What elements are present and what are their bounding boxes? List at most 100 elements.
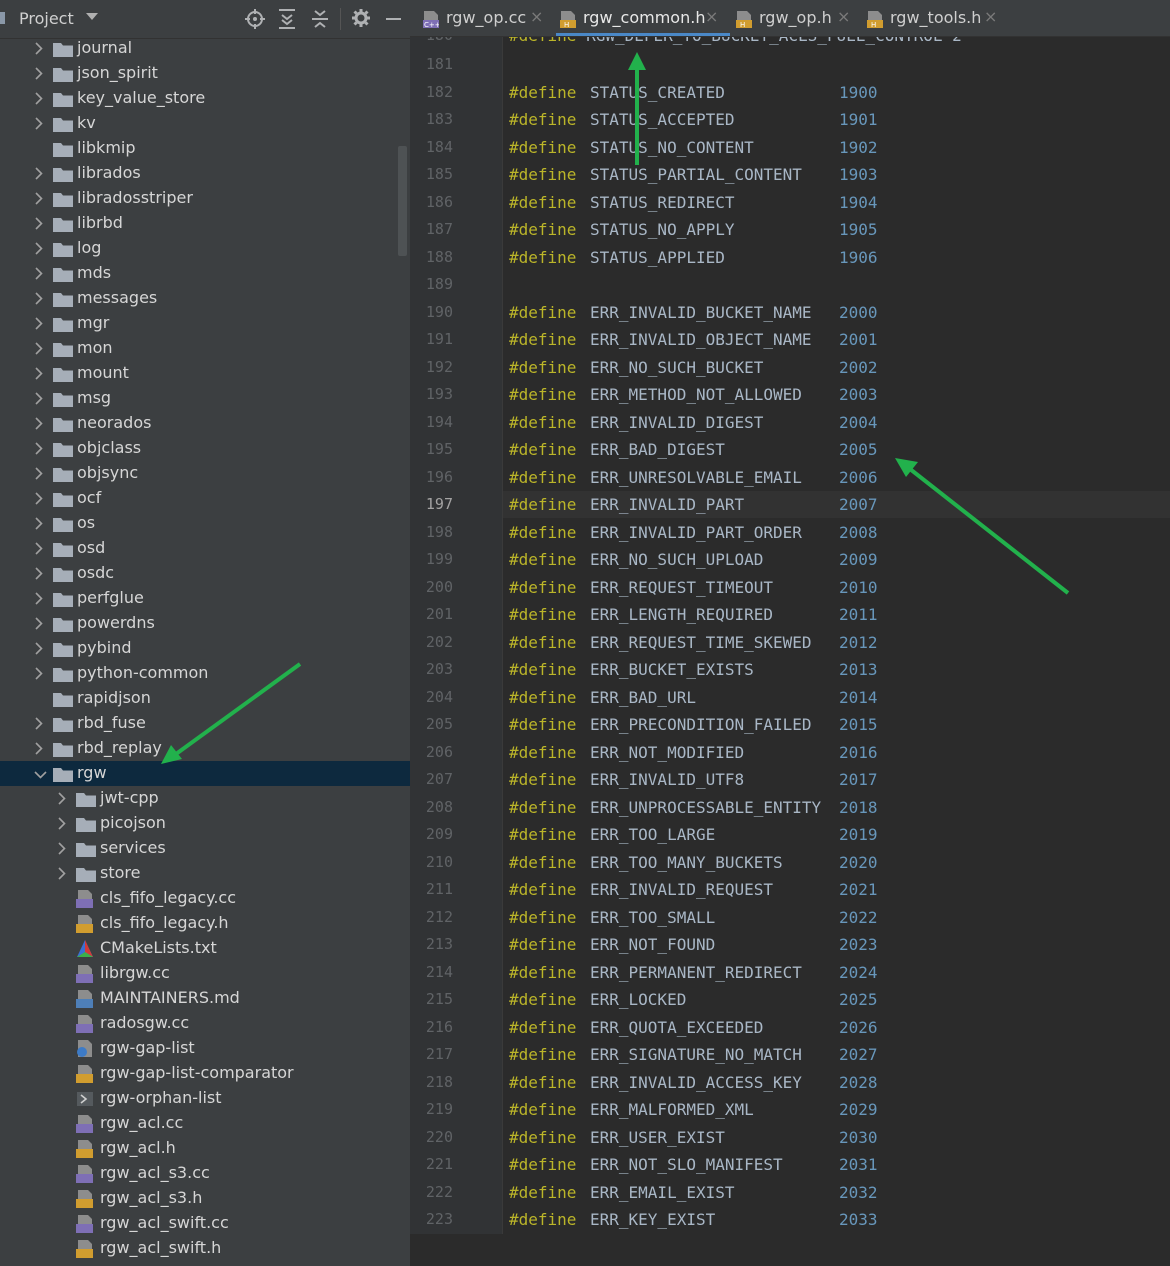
tree-item-librbd[interactable]: librbd	[0, 211, 410, 236]
tree-item-objsync[interactable]: objsync	[0, 461, 410, 486]
chevron-right-icon[interactable]	[34, 592, 44, 605]
chevron-right-icon[interactable]	[34, 67, 44, 80]
macro-name: ERR_TOO_LARGE	[590, 825, 716, 844]
collapse-all-icon[interactable]	[311, 9, 329, 29]
chevron-right-icon[interactable]	[57, 792, 67, 805]
chevron-right-icon[interactable]	[57, 842, 67, 855]
chevron-right-icon[interactable]	[34, 317, 44, 330]
tree-item-python-common[interactable]: python-common	[0, 661, 410, 686]
tree-item-rgw-acl-s3-h[interactable]: rgw_acl_s3.h	[0, 1186, 410, 1211]
tab-rgw-tools-h[interactable]: H rgw_tools.h ×	[867, 0, 1007, 36]
chevron-right-icon[interactable]	[34, 617, 44, 630]
chevron-right-icon[interactable]	[34, 667, 44, 680]
tree-item-radosgw-cc[interactable]: radosgw.cc	[0, 1011, 410, 1036]
tree-item-rgw-acl-h[interactable]: rgw_acl.h	[0, 1136, 410, 1161]
tree-item-key-value-store[interactable]: key_value_store	[0, 86, 410, 111]
tree-item-objclass[interactable]: objclass	[0, 436, 410, 461]
tree-item-journal[interactable]: journal	[0, 36, 410, 61]
chevron-right-icon[interactable]	[34, 417, 44, 430]
tree-item-librgw-cc[interactable]: librgw.cc	[0, 961, 410, 986]
chevron-right-icon[interactable]	[34, 92, 44, 105]
tree-item-osd[interactable]: osd	[0, 536, 410, 561]
tree-item-mgr[interactable]: mgr	[0, 311, 410, 336]
chevron-right-icon[interactable]	[34, 42, 44, 55]
tree-item-perfglue[interactable]: perfglue	[0, 586, 410, 611]
chevron-right-icon[interactable]	[34, 242, 44, 255]
tree-item-msg[interactable]: msg	[0, 386, 410, 411]
chevron-right-icon[interactable]	[34, 392, 44, 405]
chevron-right-icon[interactable]	[34, 217, 44, 230]
tree-item-libkmip[interactable]: libkmip	[0, 136, 410, 161]
tree-item-picojson[interactable]: picojson	[0, 811, 410, 836]
chevron-right-icon[interactable]	[34, 642, 44, 655]
tree-item-store[interactable]: store	[0, 861, 410, 886]
tab-rgw-common-h[interactable]: H rgw_common.h ×	[556, 0, 730, 36]
chevron-right-icon[interactable]	[34, 517, 44, 530]
chevron-down-icon[interactable]	[34, 770, 47, 780]
tree-item-rgw[interactable]: rgw	[0, 761, 410, 786]
tree-item-cls-fifo-legacy-cc[interactable]: cls_fifo_legacy.cc	[0, 886, 410, 911]
tree-item-rbd-replay[interactable]: rbd_replay	[0, 736, 410, 761]
tree-item-mon[interactable]: mon	[0, 336, 410, 361]
chevron-right-icon[interactable]	[34, 567, 44, 580]
tree-item-mds[interactable]: mds	[0, 261, 410, 286]
tree-item-pybind[interactable]: pybind	[0, 636, 410, 661]
chevron-right-icon[interactable]	[57, 867, 67, 880]
tree-item-mount[interactable]: mount	[0, 361, 410, 386]
tree-item-rgw-gap-list-comparator[interactable]: rgw-gap-list-comparator	[0, 1061, 410, 1086]
tree-item-rgw-acl-swift-cc[interactable]: rgw_acl_swift.cc	[0, 1211, 410, 1236]
chevron-right-icon[interactable]	[34, 742, 44, 755]
chevron-right-icon[interactable]	[57, 817, 67, 830]
tree-item-rgw-acl-cc[interactable]: rgw_acl.cc	[0, 1111, 410, 1136]
tab-rgw-op-h[interactable]: H rgw_op.h ×	[736, 0, 856, 36]
tree-item-rgw-gap-list[interactable]: rgw-gap-list	[0, 1036, 410, 1061]
chevron-right-icon[interactable]	[34, 717, 44, 730]
tree-item-rgw-acl-s3-cc[interactable]: rgw_acl_s3.cc	[0, 1161, 410, 1186]
hide-panel-icon[interactable]	[386, 18, 401, 20]
tree-item-cls-fifo-legacy-h[interactable]: cls_fifo_legacy.h	[0, 911, 410, 936]
chevron-right-icon[interactable]	[34, 442, 44, 455]
close-icon[interactable]: ×	[705, 7, 718, 26]
chevron-right-icon[interactable]	[34, 292, 44, 305]
locate-target-icon[interactable]	[245, 9, 265, 29]
tree-item-messages[interactable]: messages	[0, 286, 410, 311]
tree-item-log[interactable]: log	[0, 236, 410, 261]
close-icon[interactable]: ×	[530, 7, 543, 26]
tree-item-rgw-acl-swift-h[interactable]: rgw_acl_swift.h	[0, 1236, 410, 1261]
chevron-right-icon[interactable]	[34, 192, 44, 205]
tree-item-ocf[interactable]: ocf	[0, 486, 410, 511]
tree-item-powerdns[interactable]: powerdns	[0, 611, 410, 636]
tree-item-osdc[interactable]: osdc	[0, 561, 410, 586]
chevron-right-icon[interactable]	[34, 167, 44, 180]
tab-rgw-op-cc[interactable]: C++ rgw_op.cc ×	[423, 0, 553, 36]
code-editor[interactable]: 180 #define RGW_DEFER_TO_BUCKET_ACLS_FULL…	[410, 37, 1170, 1266]
scrollbar-thumb[interactable]	[398, 146, 407, 256]
tree-item-json-spirit[interactable]: json_spirit	[0, 61, 410, 86]
chevron-right-icon[interactable]	[34, 492, 44, 505]
chevron-right-icon[interactable]	[34, 342, 44, 355]
tree-item-os[interactable]: os	[0, 511, 410, 536]
chevron-right-icon[interactable]	[34, 542, 44, 555]
tree-item-jwt-cpp[interactable]: jwt-cpp	[0, 786, 410, 811]
chevron-right-icon[interactable]	[34, 467, 44, 480]
close-icon[interactable]: ×	[984, 7, 997, 26]
tree-item-kv[interactable]: kv	[0, 111, 410, 136]
tree-item-cmakelists-txt[interactable]: CMakeLists.txt	[0, 936, 410, 961]
tree-item-services[interactable]: services	[0, 836, 410, 861]
tree-item-libradosstriper[interactable]: libradosstriper	[0, 186, 410, 211]
gear-icon[interactable]	[352, 9, 370, 27]
chevron-right-icon[interactable]	[34, 267, 44, 280]
tree-item-maintainers-md[interactable]: MAINTAINERS.md	[0, 986, 410, 1011]
tree-item-rapidjson[interactable]: rapidjson	[0, 686, 410, 711]
project-view-title[interactable]: Project	[19, 9, 74, 28]
tree-item-librados[interactable]: librados	[0, 161, 410, 186]
expand-all-icon[interactable]	[278, 9, 296, 29]
chevron-right-icon[interactable]	[34, 117, 44, 130]
chevron-down-icon[interactable]	[86, 13, 98, 21]
tree-item-rbd-fuse[interactable]: rbd_fuse	[0, 711, 410, 736]
close-icon[interactable]: ×	[837, 7, 850, 26]
define-keyword: #define	[509, 1210, 577, 1229]
tree-item-rgw-orphan-list[interactable]: rgw-orphan-list	[0, 1086, 410, 1111]
tree-item-neorados[interactable]: neorados	[0, 411, 410, 436]
chevron-right-icon[interactable]	[34, 367, 44, 380]
